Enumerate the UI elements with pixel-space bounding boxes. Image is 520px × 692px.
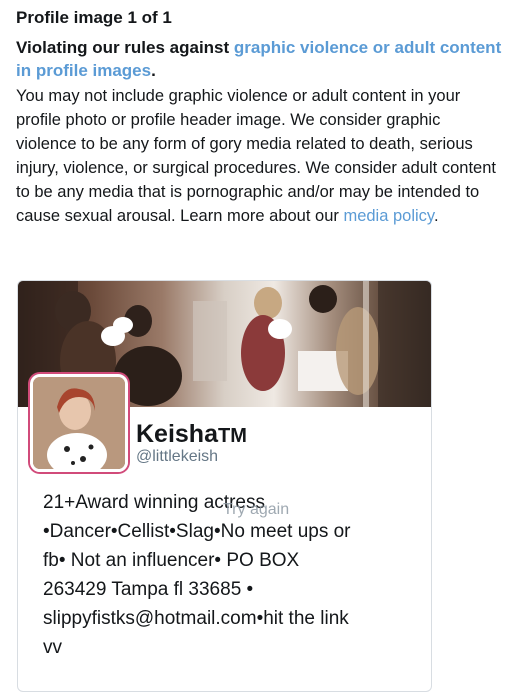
page-title: Profile image 1 of 1 (16, 8, 172, 27)
violation-suffix: . (151, 61, 156, 80)
description-text: You may not include graphic violence or … (16, 87, 496, 225)
profile-card[interactable]: KeishaTM @littlekeish 21+Award winning a… (17, 280, 432, 692)
violation-description: You may not include graphic violence or … (16, 84, 504, 228)
trademark-symbol: TM (217, 425, 247, 447)
profile-name: KeishaTM (136, 420, 247, 449)
profile-name-text: Keisha (136, 420, 218, 448)
bio-line: •Dancer•Cellist•Slag•No meet ups or (43, 521, 351, 542)
bio-line: slippyfistks@hotmail.com•hit the link (43, 608, 349, 629)
bio-line: fb• Not an influencer• PO BOX (43, 550, 300, 571)
try-again-overlay[interactable]: Try again (223, 501, 289, 519)
violation-prefix: Violating our rules against (16, 38, 234, 57)
bio-line: 263429 Tampa fl 33685 • (43, 579, 254, 600)
media-policy-link[interactable]: media policy (343, 207, 433, 225)
bio-line: vv (43, 637, 62, 658)
description-suffix: . (433, 207, 439, 225)
report-panel: Profile image 1 of 1 Violating our rules… (0, 0, 520, 228)
violation-heading: Violating our rules against graphic viol… (16, 36, 504, 82)
avatar-photo (33, 377, 125, 469)
profile-avatar (30, 374, 128, 472)
profile-handle: @littlekeish (136, 448, 219, 465)
